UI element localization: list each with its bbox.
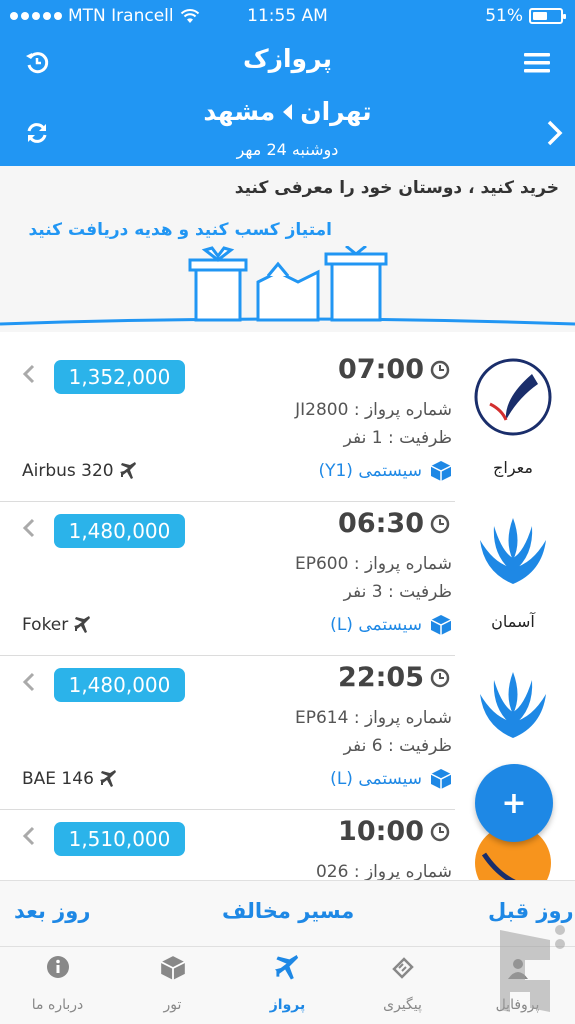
gift-boxes-illustration xyxy=(0,246,575,326)
next-day-button[interactable]: روز بعد xyxy=(14,899,90,923)
price-badge[interactable]: 1,352,000 xyxy=(54,360,185,394)
banner-headline: خرید کنید ، دوستان خود را معرفی کنید xyxy=(234,178,559,198)
flight-number: شماره پرواز : JI2800 xyxy=(295,400,452,420)
ticket-class: سیستمی (Y1) xyxy=(318,460,452,482)
clock-icon xyxy=(430,822,450,841)
app-title: پروازک xyxy=(242,44,333,73)
box-icon xyxy=(430,615,452,635)
menu-icon[interactable] xyxy=(522,48,552,78)
departure-time: 10:00 xyxy=(338,816,450,847)
bottom-tab-bar: درباره ما تور پرواز پیگیری پروفایل xyxy=(0,946,575,1024)
flight-number: شماره پرواز : 026 xyxy=(315,862,452,880)
price-badge[interactable]: 1,480,000 xyxy=(54,668,185,702)
battery-status: 51% xyxy=(485,6,566,26)
ticket-class: سیستمی (L) xyxy=(330,614,452,636)
clock-icon xyxy=(430,360,450,379)
aircraft-type: BAE 146 xyxy=(22,769,118,789)
chevron-left-icon xyxy=(22,518,35,538)
tab-flight[interactable]: پرواز xyxy=(230,947,345,1024)
tab-about[interactable]: درباره ما xyxy=(0,947,115,1024)
tab-tour[interactable]: تور xyxy=(115,947,230,1024)
ticket-icon xyxy=(391,957,414,979)
battery-percent: 51% xyxy=(485,6,523,26)
airplane-icon xyxy=(99,770,116,787)
clock-icon xyxy=(430,668,450,687)
chevron-left-icon xyxy=(22,672,35,692)
add-button[interactable]: + xyxy=(475,764,553,842)
status-bar: MTN Irancell 11:55 AM 51% xyxy=(0,0,575,34)
chevron-left-icon xyxy=(22,364,35,384)
airline-name: آسمان xyxy=(491,612,535,631)
airline-name: معراج xyxy=(493,458,533,477)
watermark-logo xyxy=(500,925,565,1012)
chevron-right-icon[interactable] xyxy=(540,118,570,148)
capacity: ظرفیت : 1 نفر xyxy=(343,428,452,448)
clock-icon xyxy=(430,514,450,533)
day-navigation-bar: روز بعد مسیر مخالف روز قبل xyxy=(0,880,575,946)
box-icon xyxy=(430,769,452,789)
info-icon xyxy=(46,956,69,978)
price-badge[interactable]: 1,510,000 xyxy=(54,822,185,856)
plane-icon xyxy=(274,955,298,980)
capacity: ظرفیت : 6 نفر xyxy=(343,736,452,756)
destination-city: مشهد xyxy=(203,97,276,126)
origin-city: تهران xyxy=(300,97,372,126)
airplane-icon xyxy=(74,616,91,633)
flight-card[interactable]: 1,352,000 07:00 شماره پرواز : JI2800 ظرف… xyxy=(0,348,575,502)
route-title: مشهد تهران xyxy=(0,97,575,126)
departure-time: 07:00 xyxy=(338,354,450,385)
ticket-class: سیستمی (L) xyxy=(330,768,452,790)
airplane-icon xyxy=(119,462,136,479)
price-badge[interactable]: 1,480,000 xyxy=(54,514,185,548)
aircraft-type: Foker xyxy=(22,615,92,635)
battery-icon xyxy=(529,8,566,24)
departure-time: 06:30 xyxy=(338,508,450,539)
aircraft-type: Airbus 320 xyxy=(22,461,138,481)
direction-arrow-icon xyxy=(283,103,293,120)
reverse-route-button[interactable]: مسیر مخالف xyxy=(222,899,354,923)
airline-logo-meraj xyxy=(474,358,552,436)
flight-card[interactable]: 1,480,000 06:30 شماره پرواز : EP600 ظرفی… xyxy=(0,502,575,656)
airline-logo-aseman xyxy=(474,512,552,590)
referral-banner[interactable]: خرید کنید ، دوستان خود را معرفی کنید امت… xyxy=(0,166,575,332)
capacity: ظرفیت : 3 نفر xyxy=(343,582,452,602)
box-icon xyxy=(160,956,185,980)
box-icon xyxy=(430,461,452,481)
flight-number: شماره پرواز : EP614 xyxy=(294,708,452,728)
banner-subline: امتیاز کسب کنید و هدیه دریافت کنید xyxy=(28,220,332,240)
flight-date: دوشنبه 24 مهر xyxy=(236,140,339,159)
airline-logo-aseman xyxy=(474,666,552,744)
chevron-left-icon xyxy=(22,826,35,846)
flight-number: شماره پرواز : EP600 xyxy=(294,554,452,574)
departure-time: 22:05 xyxy=(338,662,450,693)
tab-tracking[interactable]: پیگیری xyxy=(345,947,460,1024)
app-header: MTN Irancell 11:55 AM 51% پروازک مشهد ته… xyxy=(0,0,575,166)
